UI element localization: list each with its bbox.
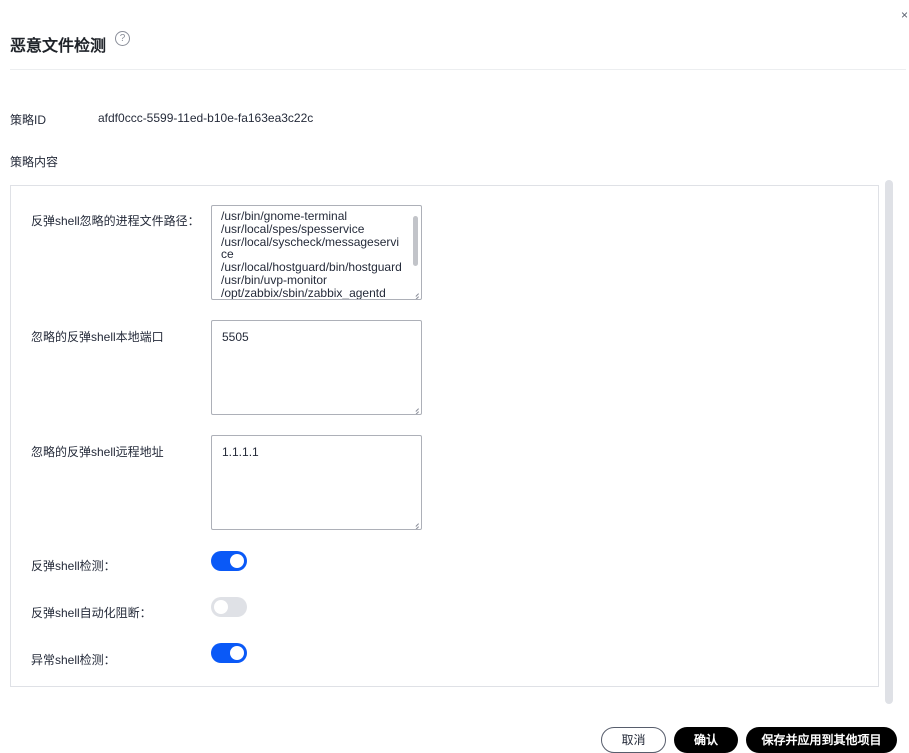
ignore-ports-label: 忽略的反弹shell本地端口: [31, 330, 164, 344]
toggle-knob: [230, 554, 244, 568]
resize-handle-icon[interactable]: [412, 405, 419, 412]
policy-id-label: 策略ID: [10, 113, 47, 127]
toggle-knob: [214, 600, 228, 614]
path-line: /usr/bin/gnome-terminal: [221, 209, 348, 223]
ignore-paths-label: 反弹shell忽略的进程文件路径：: [31, 214, 200, 228]
path-line: /usr/bin/uvp-monitor: [221, 272, 328, 287]
close-icon[interactable]: ×: [901, 8, 908, 22]
ignore-remote-value: 1.1.1.1: [222, 445, 259, 459]
ignore-paths-textarea[interactable]: /usr/bin/gnome-terminal /usr/local/spes/…: [211, 205, 422, 300]
panel-scrollbar[interactable]: [885, 180, 893, 704]
cancel-button[interactable]: 取消: [601, 727, 666, 753]
ignore-remote-textarea[interactable]: 1.1.1.1: [211, 435, 422, 530]
ignore-ports-textarea[interactable]: 5505: [211, 320, 422, 415]
help-icon[interactable]: ?: [115, 31, 130, 46]
ignore-remote-label: 忽略的反弹shell远程地址: [31, 445, 164, 459]
confirm-button[interactable]: 确认: [674, 727, 738, 753]
textarea-scrollbar[interactable]: [413, 216, 418, 266]
resize-handle-icon[interactable]: [412, 520, 419, 527]
reverse-shell-block-toggle[interactable]: [211, 597, 247, 617]
save-and-apply-button[interactable]: 保存并应用到其他项目: [746, 727, 897, 753]
page-title: 恶意文件检测: [10, 38, 107, 55]
path-line: /opt/zabbix/sbin/zabbix_agentd: [221, 285, 386, 300]
ignore-ports-value: 5505: [222, 330, 249, 344]
resize-handle-icon[interactable]: [412, 290, 419, 297]
toggle-knob: [230, 646, 244, 660]
ignore-paths-lines: /usr/bin/gnome-terminal /usr/local/spes/…: [212, 206, 421, 300]
policy-id-value: afdf0ccc-5599-11ed-b10e-fa163ea3c22c: [98, 111, 314, 125]
abnormal-shell-detect-toggle[interactable]: [211, 643, 247, 663]
header-divider: [10, 69, 906, 70]
policy-content-label: 策略内容: [10, 155, 59, 169]
path-line: /usr/local/spes/spesservice: [221, 221, 365, 236]
path-line: /usr/local/syscheck/messageservi: [221, 234, 400, 249]
reverse-shell-block-label: 反弹shell自动化阻断：: [31, 606, 152, 620]
abnormal-shell-detect-label: 异常shell检测：: [31, 653, 116, 667]
reverse-shell-detect-toggle[interactable]: [211, 551, 247, 571]
reverse-shell-detect-label: 反弹shell检测：: [31, 559, 116, 573]
